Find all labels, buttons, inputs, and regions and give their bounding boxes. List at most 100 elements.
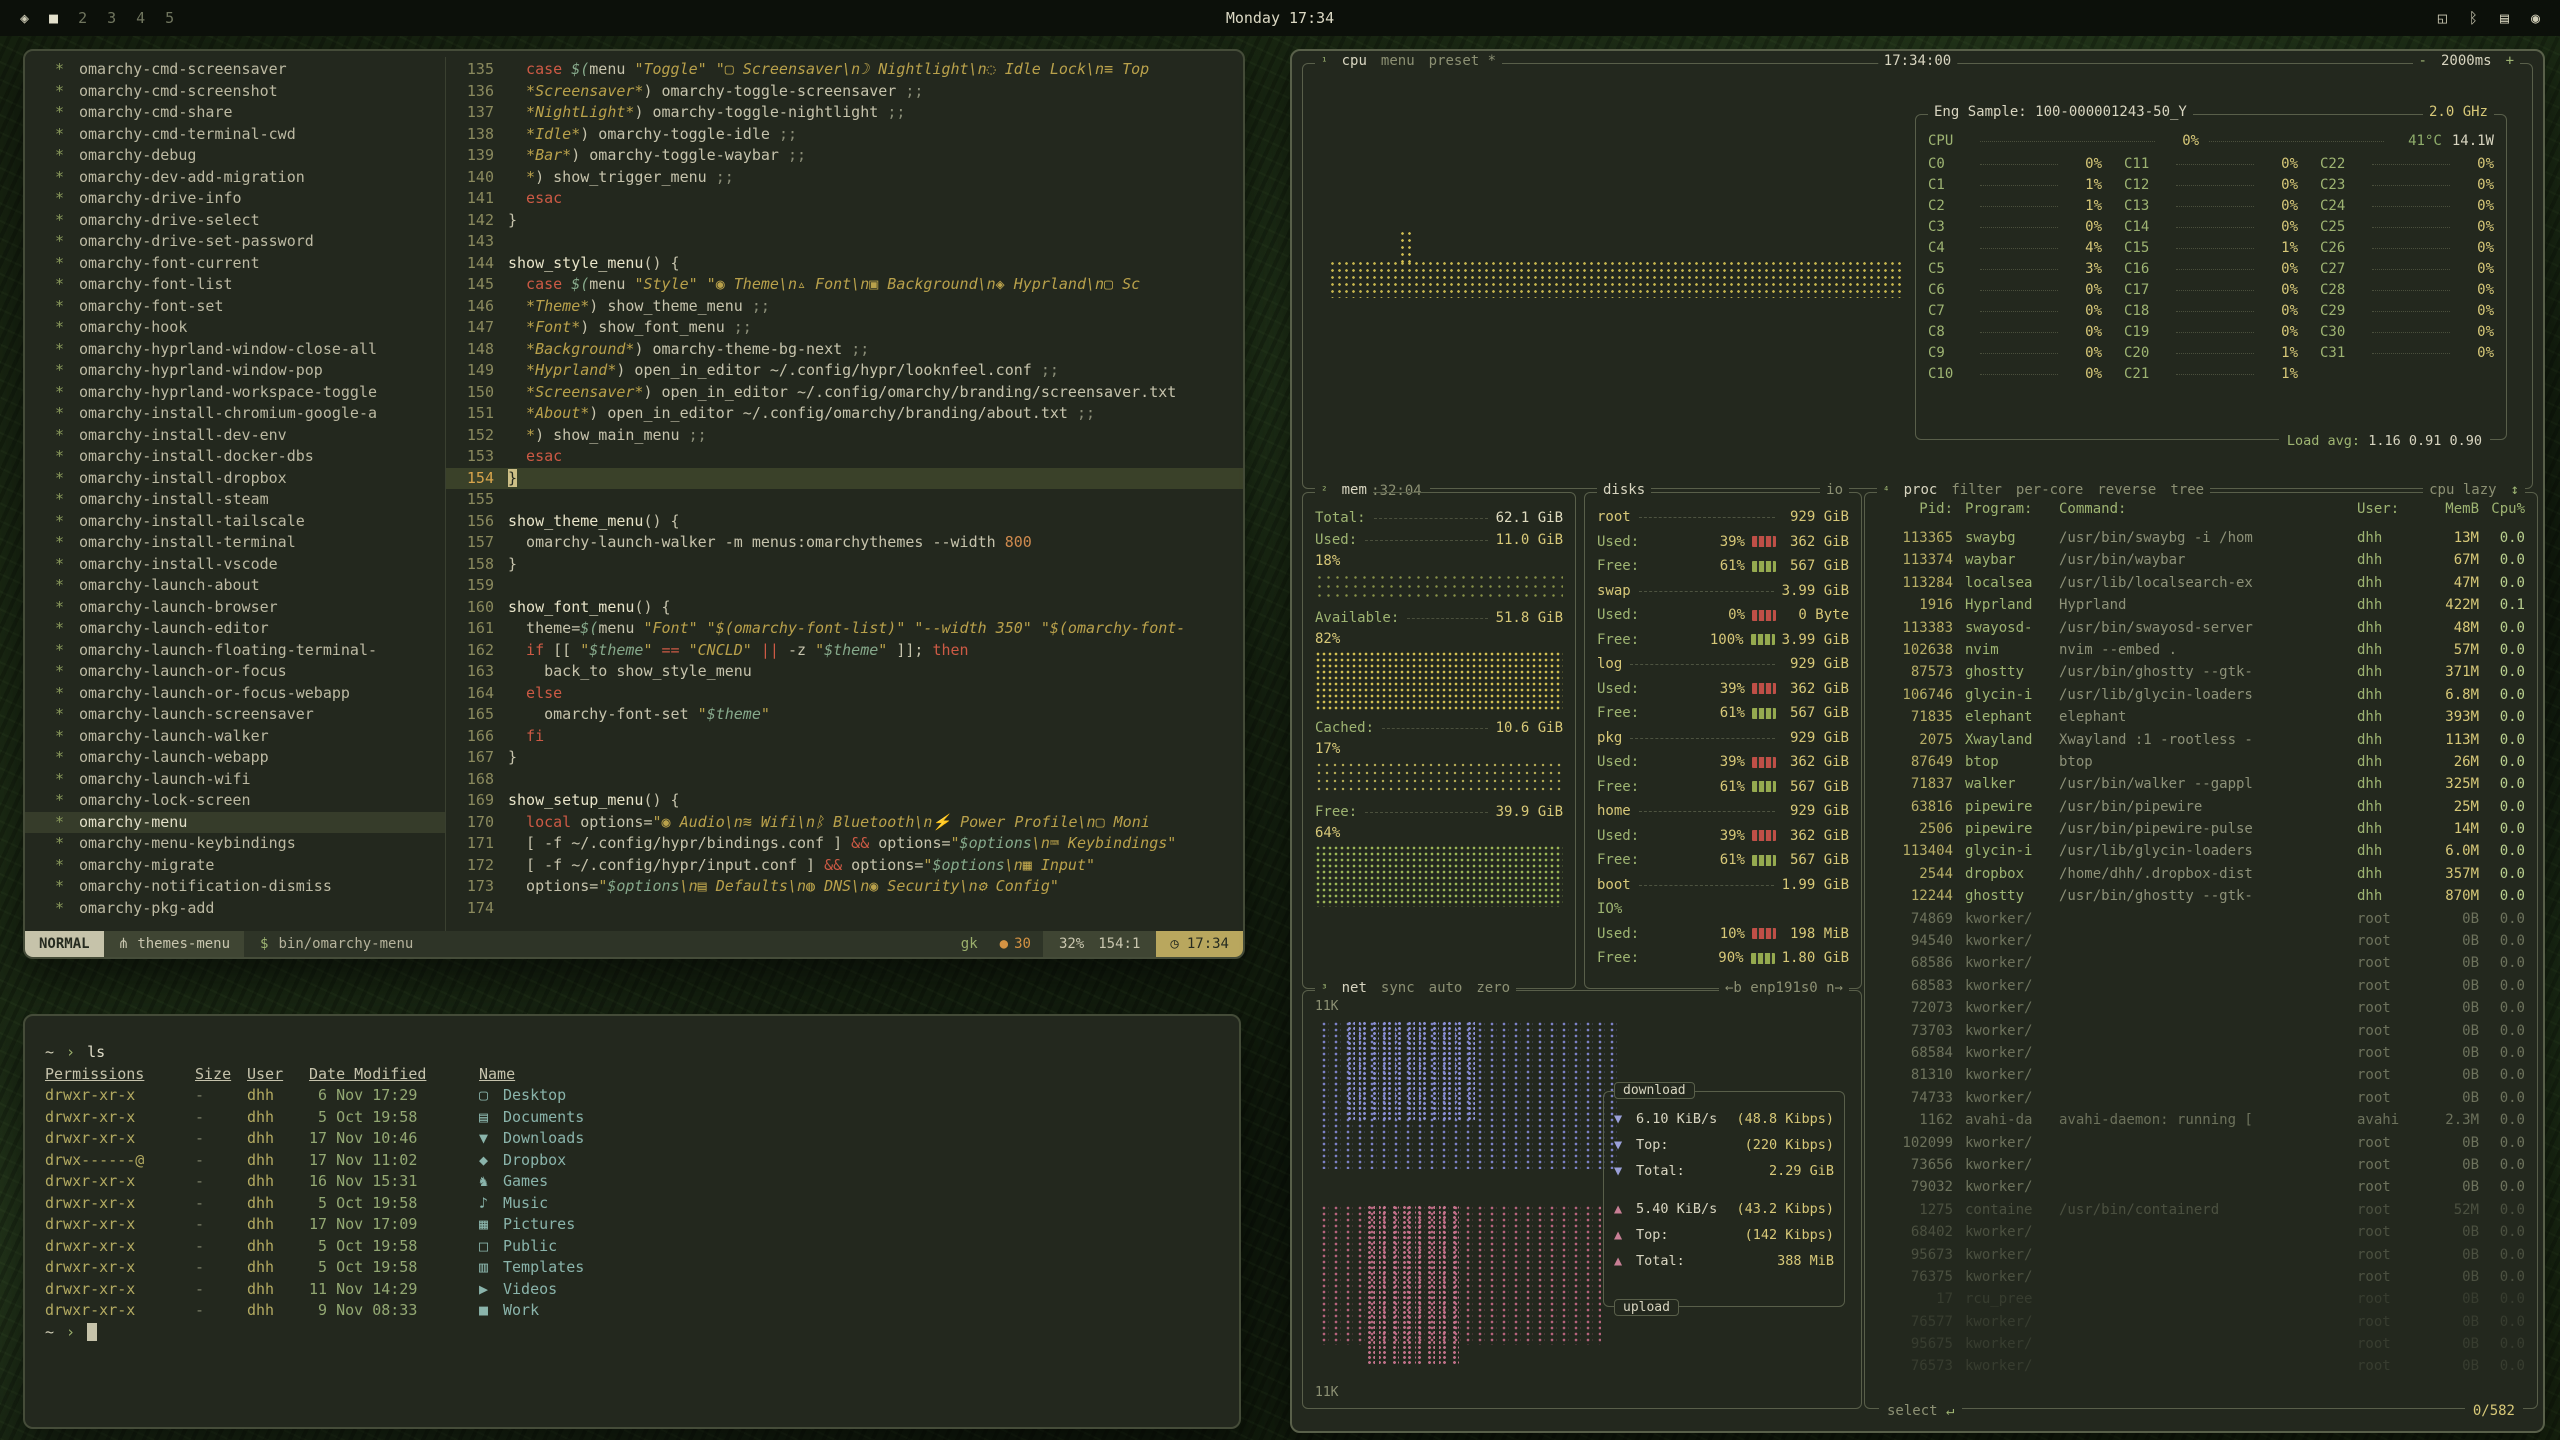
process-row[interactable]: 76375kworker/root0B0.0	[1877, 1266, 2525, 1288]
refresh-increase-button[interactable]: +	[2506, 53, 2514, 69]
code-editor[interactable]: 135 case $(menu "Toggle" "▢ Screensaver\…	[446, 57, 1243, 931]
process-row[interactable]: 113284localsea/usr/lib/localsearch-exdhh…	[1877, 572, 2525, 594]
file-item[interactable]: *omarchy-lock-screen	[25, 790, 445, 812]
file-item[interactable]: *omarchy-drive-select	[25, 210, 445, 232]
file-item[interactable]: *omarchy-install-chromium-google-a	[25, 403, 445, 425]
process-row[interactable]: 63816pipewire/usr/bin/pipewiredhh25M0.0	[1877, 796, 2525, 818]
code-line[interactable]: 165 omarchy-font-set "$theme"	[446, 704, 1243, 726]
process-row[interactable]: 102638nvimnvim --embed .dhh57M0.0	[1877, 639, 2525, 661]
file-item[interactable]: *omarchy-drive-info	[25, 188, 445, 210]
file-item[interactable]: *omarchy-install-dropbox	[25, 468, 445, 490]
workspace-active-indicator[interactable]: ■	[49, 9, 58, 27]
code-line[interactable]: 142}	[446, 210, 1243, 232]
process-row[interactable]: 76573kworker/root0B0.0	[1877, 1355, 2525, 1377]
code-line[interactable]: 160show_font_menu() {	[446, 597, 1243, 619]
mem-box-title[interactable]: mem	[1342, 482, 1367, 498]
code-line[interactable]: 144show_style_menu() {	[446, 253, 1243, 275]
file-item[interactable]: *omarchy-launch-or-focus	[25, 661, 445, 683]
process-row[interactable]: 74733kworker/root0B0.0	[1877, 1087, 2525, 1109]
code-line[interactable]: 156show_theme_menu() {	[446, 511, 1243, 533]
code-line[interactable]: 155	[446, 489, 1243, 511]
file-item[interactable]: *omarchy-font-set	[25, 296, 445, 318]
process-row[interactable]: 72073kworker/root0B0.0	[1877, 997, 2525, 1019]
file-item[interactable]: *omarchy-install-dev-env	[25, 425, 445, 447]
process-row[interactable]: 68402kworker/root0B0.0	[1877, 1221, 2525, 1243]
code-line[interactable]: 147 *Font*) show_font_menu ;;	[446, 317, 1243, 339]
code-line[interactable]: 154}	[446, 468, 1243, 490]
code-line[interactable]: 158}	[446, 554, 1243, 576]
process-row[interactable]: 17rcu_preeroot0B0.0	[1877, 1288, 2525, 1310]
process-row[interactable]: 1275containe/usr/bin/containerdroot52M0.…	[1877, 1199, 2525, 1221]
sort-arrow-icon[interactable]: ↕	[2511, 482, 2519, 498]
code-line[interactable]: 150 *Screensaver*) open_in_editor ~/.con…	[446, 382, 1243, 404]
code-line[interactable]: 145 case $(menu "Style" "◉ Theme\n▵ Font…	[446, 274, 1243, 296]
launcher-icon[interactable]: ◈	[20, 9, 29, 27]
file-item[interactable]: *omarchy-launch-about	[25, 575, 445, 597]
file-item[interactable]: *omarchy-hyprland-workspace-toggle	[25, 382, 445, 404]
process-row[interactable]: 71835elephantelephantdhh393M0.0	[1877, 706, 2525, 728]
process-row[interactable]: 74869kworker/root0B0.0	[1877, 908, 2525, 930]
workspace-button[interactable]: 2	[78, 9, 87, 27]
workspace-button[interactable]: 5	[165, 9, 174, 27]
code-line[interactable]: 149 *Hyprland*) open_in_editor ~/.config…	[446, 360, 1243, 382]
file-item[interactable]: *omarchy-font-list	[25, 274, 445, 296]
code-line[interactable]: 172 [ -f ~/.config/hypr/input.conf ] && …	[446, 855, 1243, 877]
refresh-decrease-button[interactable]: -	[2419, 53, 2427, 69]
file-item[interactable]: *omarchy-install-tailscale	[25, 511, 445, 533]
file-item[interactable]: *omarchy-pkg-add	[25, 898, 445, 920]
file-item[interactable]: *omarchy-cmd-screenshot	[25, 81, 445, 103]
io-tab[interactable]: io	[1826, 482, 1843, 498]
screencast-icon[interactable]: ◱	[2438, 9, 2447, 27]
proc-option-tab[interactable]: per-core	[2016, 482, 2083, 498]
tray-icon[interactable]: ▤	[2500, 9, 2509, 27]
process-row[interactable]: 76577kworker/root0B0.0	[1877, 1311, 2525, 1333]
file-item[interactable]: *omarchy-install-vscode	[25, 554, 445, 576]
code-line[interactable]: 166 fi	[446, 726, 1243, 748]
process-row[interactable]: 87573ghostty/usr/bin/ghostty --gtk-dhh37…	[1877, 661, 2525, 683]
proc-box-title[interactable]: proc	[1904, 482, 1938, 498]
code-line[interactable]: 159	[446, 575, 1243, 597]
process-row[interactable]: 87649btopbtopdhh26M0.0	[1877, 751, 2525, 773]
file-item[interactable]: *omarchy-hyprland-window-close-all	[25, 339, 445, 361]
code-line[interactable]: 138 *Idle*) omarchy-toggle-idle ;;	[446, 124, 1243, 146]
disks-box-title[interactable]: disks	[1603, 482, 1645, 498]
file-item[interactable]: *omarchy-install-docker-dbs	[25, 446, 445, 468]
code-line[interactable]: 152 *) show_main_menu ;;	[446, 425, 1243, 447]
process-row[interactable]: 95675kworker/root0B0.0	[1877, 1333, 2525, 1355]
code-line[interactable]: 173 options="$options\n▤ Defaults\n◍ DNS…	[446, 876, 1243, 898]
code-line[interactable]: 146 *Theme*) show_theme_menu ;;	[446, 296, 1243, 318]
code-line[interactable]: 148 *Background*) omarchy-theme-bg-next …	[446, 339, 1243, 361]
process-row[interactable]: 68584kworker/root0B0.0	[1877, 1042, 2525, 1064]
power-icon[interactable]: ◉	[2531, 9, 2540, 27]
file-item[interactable]: *omarchy-launch-walker	[25, 726, 445, 748]
code-line[interactable]: 141 esac	[446, 188, 1243, 210]
file-item[interactable]: *omarchy-launch-webapp	[25, 747, 445, 769]
code-line[interactable]: 140 *) show_trigger_menu ;;	[446, 167, 1243, 189]
process-row[interactable]: 73656kworker/root0B0.0	[1877, 1154, 2525, 1176]
net-mode-tab[interactable]: zero	[1476, 980, 1510, 996]
file-item[interactable]: *omarchy-launch-editor	[25, 618, 445, 640]
process-row[interactable]: 71837walker/usr/bin/walker --gappldhh325…	[1877, 773, 2525, 795]
process-row[interactable]: 1916HyprlandHyprlanddhh422M0.1	[1877, 594, 2525, 616]
file-item[interactable]: *omarchy-hyprland-window-pop	[25, 360, 445, 382]
file-item[interactable]: *omarchy-menu-keybindings	[25, 833, 445, 855]
process-row[interactable]: 113365swaybg/usr/bin/swaybg -i /homdhh13…	[1877, 527, 2525, 549]
file-item[interactable]: *omarchy-menu	[25, 812, 445, 834]
file-item[interactable]: *omarchy-install-steam	[25, 489, 445, 511]
file-item[interactable]: *omarchy-launch-or-focus-webapp	[25, 683, 445, 705]
process-row[interactable]: 2075XwaylandXwayland :1 -rootless -dhh11…	[1877, 729, 2525, 751]
code-line[interactable]: 161 theme=$(menu "Font" "$(omarchy-font-…	[446, 618, 1243, 640]
file-item[interactable]: *omarchy-cmd-screensaver	[25, 59, 445, 81]
process-row[interactable]: 113374waybar/usr/bin/waybardhh67M0.0	[1877, 549, 2525, 571]
code-line[interactable]: 168	[446, 769, 1243, 791]
file-item[interactable]: *omarchy-drive-set-password	[25, 231, 445, 253]
proc-option-tab[interactable]: tree	[2170, 482, 2204, 498]
cpu-box-title[interactable]: cpu	[1342, 53, 1367, 69]
file-item[interactable]: *omarchy-launch-wifi	[25, 769, 445, 791]
code-line[interactable]: 174	[446, 898, 1243, 920]
process-row[interactable]: 94540kworker/root0B0.0	[1877, 930, 2525, 952]
file-item[interactable]: *omarchy-cmd-share	[25, 102, 445, 124]
proc-option-tab[interactable]: filter	[1951, 482, 2002, 498]
code-line[interactable]: 164 else	[446, 683, 1243, 705]
process-row[interactable]: 81310kworker/root0B0.0	[1877, 1064, 2525, 1086]
